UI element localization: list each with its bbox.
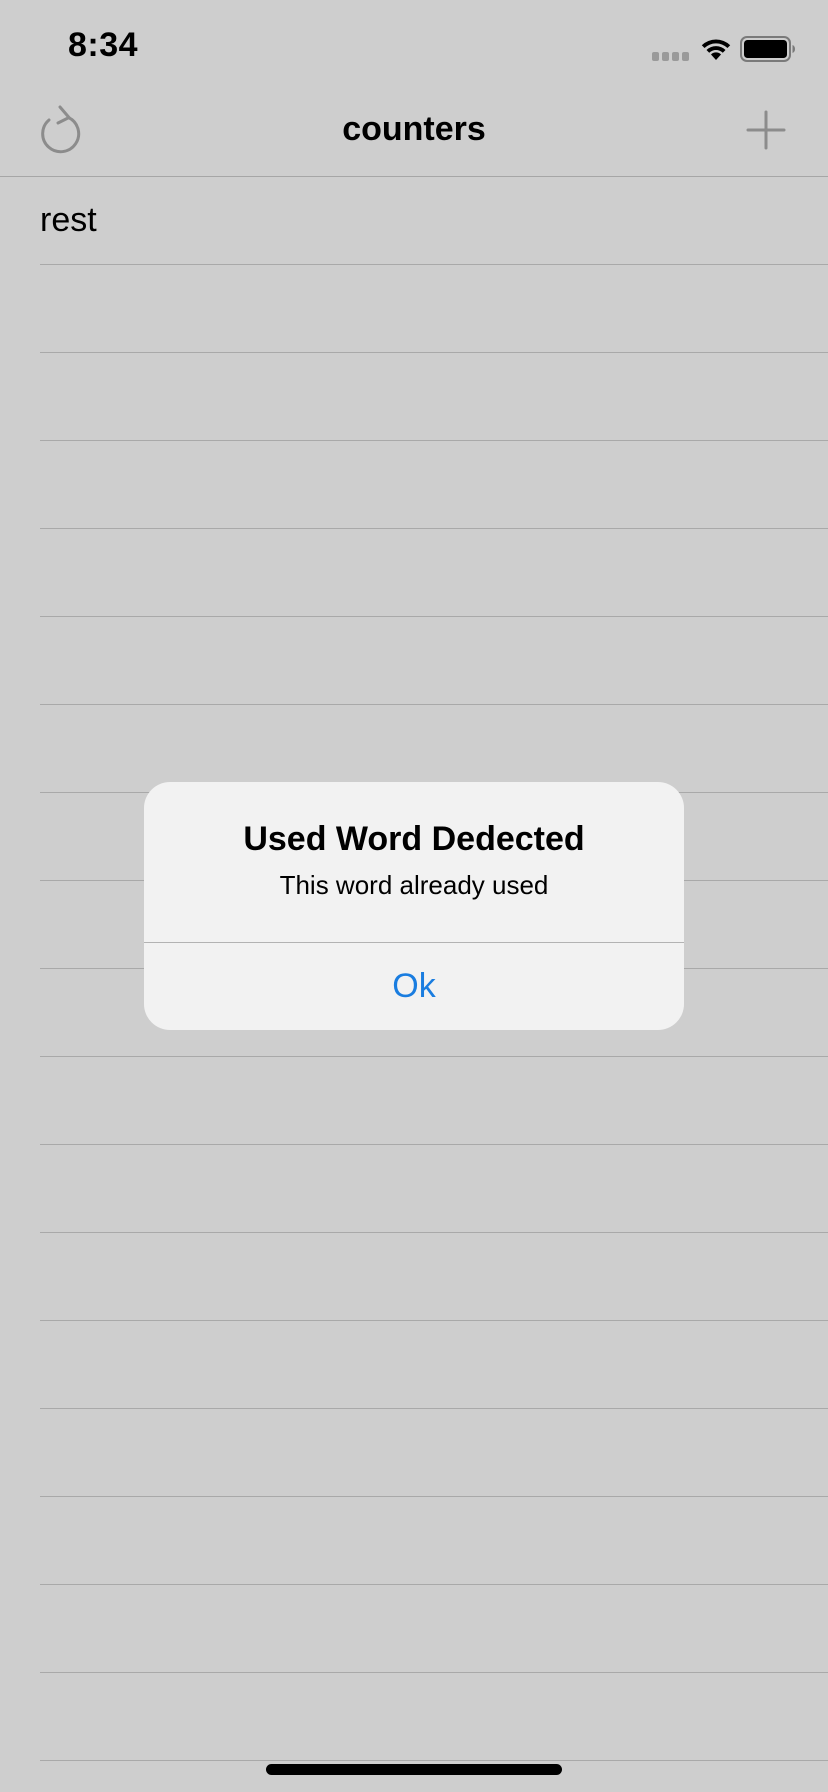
list-item[interactable] [40,1673,828,1761]
list-item[interactable]: rest [40,177,828,265]
list-item-label: rest [40,201,97,239]
list-item[interactable] [40,1233,828,1321]
page-title: counters [342,110,486,148]
wifi-icon [701,39,731,60]
alert-message: This word already used [279,870,549,900]
alert-title: Used Word Dedected [243,820,585,858]
list-item[interactable] [40,1497,828,1585]
ok-button[interactable]: Ok [144,943,684,1030]
list-item[interactable] [40,705,828,793]
list-item[interactable] [40,1585,828,1673]
navigation-bar: counters [0,88,828,177]
plus-icon [746,110,786,150]
add-button[interactable] [746,110,786,150]
list-item[interactable] [40,1409,828,1497]
status-time: 8:34 [68,26,139,64]
alert-dialog: Used Word Dedected This word already use… [144,782,684,1030]
list-item[interactable] [40,529,828,617]
list-item[interactable] [40,1321,828,1409]
list-item[interactable] [40,1145,828,1233]
battery-icon [740,36,795,62]
list-item[interactable] [40,353,828,441]
list-item[interactable] [40,441,828,529]
list-item[interactable] [40,265,828,353]
home-indicator [266,1764,562,1775]
list-item[interactable] [40,1057,828,1145]
list-item[interactable] [40,617,828,705]
cellular-signal-icon [652,52,690,62]
status-bar: 8:34 [0,0,828,88]
